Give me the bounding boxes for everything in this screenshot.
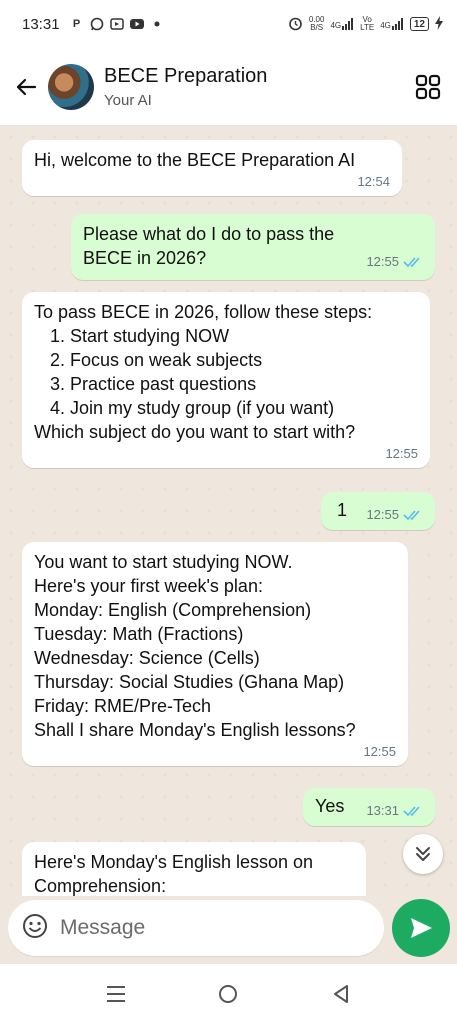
battery-level: 12 [413, 18, 425, 30]
p-icon: P [72, 18, 81, 30]
signal-bars-icon [391, 18, 403, 30]
message-text: BECE in 2026? 12:55 [83, 246, 423, 270]
chat-title-block[interactable]: BECE Preparation Your AI [104, 65, 267, 109]
message-text: 1 [337, 500, 348, 520]
double-check-icon [403, 806, 420, 817]
message-text: Wednesday: Science (Cells) [34, 648, 260, 668]
message-incoming[interactable]: You want to start studying NOW. Here's y… [22, 542, 408, 766]
message-text: 4. Join my study group (if you want) [50, 398, 335, 418]
message-time: 13:31 [366, 803, 399, 818]
chat-header: BECE Preparation Your AI [0, 48, 457, 126]
menu-icon [107, 986, 126, 1002]
message-time: 12:55 [366, 254, 399, 269]
status-bar: 13:31 P 0.00 B/S 4G Vo LTE 4G 12 [0, 0, 457, 48]
system-nav-bar [0, 964, 457, 1024]
double-check-icon [403, 510, 420, 521]
avatar[interactable] [48, 63, 94, 110]
net-speed-unit: B/S [310, 23, 324, 32]
back-button[interactable] [4, 65, 48, 109]
youtube-icon [129, 17, 144, 31]
message-text-line: BECE in 2026? [83, 248, 207, 268]
message-input[interactable] [60, 916, 360, 940]
video-icon [109, 17, 124, 31]
message-text: Please what do I do to pass the [83, 224, 335, 244]
emoji-icon[interactable] [22, 913, 48, 944]
double-chevron-down-icon [416, 847, 430, 861]
chat-area[interactable]: Hi, welcome to the BECE Preparation AI 1… [0, 126, 457, 896]
composer [0, 896, 457, 964]
message-text: 2. Focus on weak subjects [50, 350, 263, 370]
message-time: 12:55 [385, 446, 418, 461]
message-text: Yes [315, 796, 345, 816]
message-time: 12:55 [363, 744, 396, 759]
message-outgoing[interactable]: Yes 13:31 [303, 788, 435, 826]
message-time: 12:54 [357, 174, 390, 189]
message-text: 3. Practice past questions [50, 374, 257, 394]
home-button[interactable] [208, 974, 248, 1014]
message-time: 12:55 [366, 507, 399, 522]
status-time: 13:31 [22, 15, 60, 33]
lte-label: LTE [360, 23, 375, 32]
message-text: Here's Monday's English lesson on [34, 852, 314, 872]
message-text: Thursday: Social Studies (Ghana Map) [34, 672, 345, 692]
message-text: Hi, welcome to the BECE Preparation AI [34, 150, 356, 170]
back-nav-button[interactable] [321, 974, 361, 1014]
apps-grid-button[interactable] [415, 74, 441, 100]
message-text: To pass BECE in 2026, follow these steps… [34, 302, 373, 322]
chat-title: BECE Preparation [104, 64, 268, 87]
scroll-to-bottom-button[interactable] [403, 834, 443, 874]
volte: Vo LTE [360, 16, 374, 32]
recent-apps-button[interactable] [96, 974, 136, 1014]
message-text: Comprehension: [34, 876, 167, 896]
message-text: Which subject do you want to start with? [34, 422, 356, 442]
battery-icon: 12 [409, 17, 429, 31]
message-incoming[interactable]: Hi, welcome to the BECE Preparation AI 1… [22, 140, 402, 196]
signal-4g-1: 4G [330, 18, 354, 30]
message-incoming[interactable]: To pass BECE in 2026, follow these steps… [22, 292, 430, 468]
message-incoming[interactable]: Here's Monday's English lesson on Compre… [22, 842, 366, 896]
message-text: Here's your first week's plan: [34, 576, 263, 596]
net2-label: 4G [380, 21, 391, 30]
message-text: 1. Start studying NOW [50, 326, 230, 346]
arrow-left-icon [16, 78, 37, 95]
message-text: You want to start studying NOW. [34, 552, 293, 572]
signal-4g-2: 4G [380, 18, 404, 30]
whatsapp-icon [90, 17, 104, 31]
circle-icon [219, 985, 238, 1003]
chat-subtitle: Your AI [104, 91, 152, 109]
message-outgoing[interactable]: Please what do I do to pass the BECE in … [71, 214, 435, 280]
message-text: Monday: English (Comprehension) [34, 600, 312, 620]
grid-icon [415, 74, 441, 100]
triangle-left-icon [333, 985, 348, 1003]
signal-bars-icon [342, 18, 354, 30]
message-text: Shall I share Monday's English lessons? [34, 720, 356, 740]
alarm-icon [288, 16, 303, 33]
send-button[interactable] [392, 899, 450, 957]
net1-label: 4G [330, 21, 342, 30]
net-speed: 0.00 B/S [309, 16, 325, 32]
charging-icon [435, 16, 443, 32]
message-text: Friday: RME/Pre-Tech [34, 696, 212, 716]
double-check-icon [403, 257, 420, 268]
send-icon [411, 918, 432, 938]
message-input-container[interactable] [8, 900, 384, 956]
message-text: Tuesday: Math (Fractions) [34, 624, 244, 644]
dot-icon [150, 17, 164, 31]
message-outgoing[interactable]: 1 12:55 [321, 492, 435, 530]
